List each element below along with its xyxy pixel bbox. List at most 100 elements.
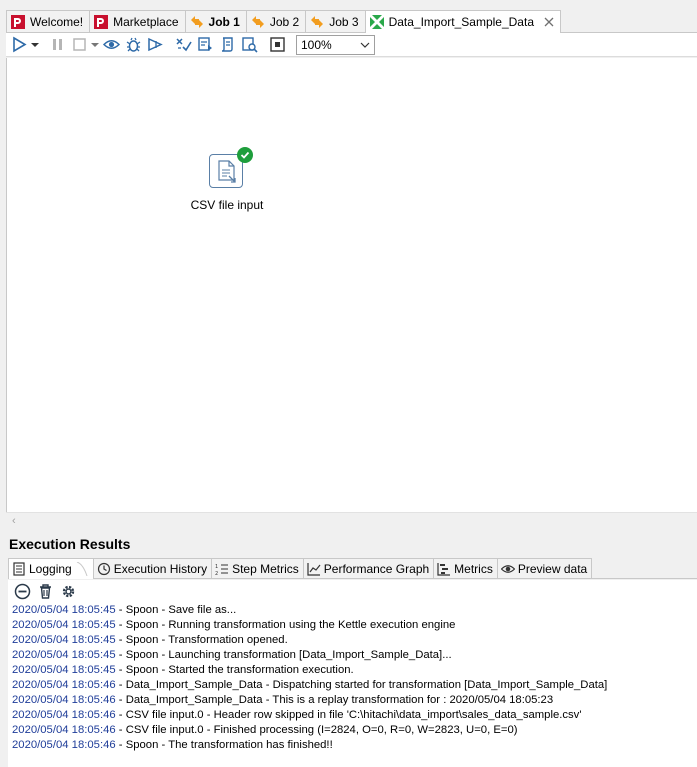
trash-icon[interactable] [37, 583, 54, 600]
log-timestamp: 2020/05/04 18:05:45 [12, 604, 116, 616]
log-settings-gear-icon[interactable] [60, 583, 77, 600]
tab-metrics[interactable]: Metrics [433, 558, 498, 578]
clear-log-icon[interactable] [14, 583, 31, 600]
preview-button[interactable] [100, 34, 122, 56]
stop-button[interactable] [68, 34, 90, 56]
tab-label: Performance Graph [323, 561, 430, 576]
log-line: 2020/05/04 18:05:46 - Spoon - The transf… [12, 738, 693, 753]
log-line: 2020/05/04 18:05:45 - Spoon - Launching … [12, 648, 693, 663]
transformation-toolbar: 100% [6, 33, 697, 57]
tab-job-1[interactable]: Job 1 [184, 10, 247, 32]
chevron-down-icon [31, 42, 39, 47]
log-message: - Spoon - The transformation has finishe… [115, 739, 333, 751]
preview-icon [500, 564, 515, 573]
log-line: 2020/05/04 18:05:45 - Spoon - Transforma… [12, 633, 693, 648]
log-line: 2020/05/04 18:05:46 - CSV file input.0 -… [12, 723, 693, 738]
log-message: - Data_Import_Sample_Data - This is a re… [115, 694, 554, 706]
replay-button[interactable] [144, 34, 166, 56]
transformation-canvas[interactable]: CSV file input [6, 58, 697, 512]
tab-execution-history[interactable]: Execution History [92, 558, 213, 578]
replay-icon [147, 37, 163, 52]
verify-button[interactable] [172, 34, 194, 56]
log-message: - CSV file input.0 - Finished processing… [115, 724, 518, 736]
tab-performance-graph[interactable]: Performance Graph [302, 558, 435, 578]
log-line: 2020/05/04 18:05:46 - Data_Import_Sample… [12, 693, 693, 708]
log-line: 2020/05/04 18:05:45 - Spoon - Save file … [12, 603, 693, 618]
tab-label: Metrics [454, 561, 493, 576]
get-sql-button[interactable] [216, 34, 238, 56]
log-line: 2020/05/04 18:05:45 - Spoon - Started th… [12, 663, 693, 678]
log-timestamp: 2020/05/04 18:05:45 [12, 649, 116, 661]
log-message: - Spoon - Launching transformation [Data… [115, 649, 452, 661]
log-timestamp: 2020/05/04 18:05:46 [12, 694, 116, 706]
log-timestamp: 2020/05/04 18:05:46 [12, 724, 116, 736]
pause-button[interactable] [46, 34, 68, 56]
tab-label: Logging [29, 562, 72, 576]
zoom-select[interactable]: 100% [296, 34, 375, 55]
run-button[interactable] [8, 34, 30, 56]
impact-button[interactable] [194, 34, 216, 56]
job-icon [251, 15, 264, 28]
chevron-down-icon [360, 42, 370, 48]
eye-icon [102, 40, 120, 49]
bug-icon [126, 37, 140, 52]
tab-marketplace[interactable]: Marketplace [89, 10, 186, 32]
results-pane-icon [269, 37, 285, 52]
tab-label: Data_Import_Sample_Data [388, 15, 534, 29]
run-options-dropdown[interactable] [30, 34, 40, 56]
transformation-icon [369, 15, 384, 29]
log-output[interactable]: 2020/05/04 18:05:45 - Spoon - Save file … [8, 602, 697, 767]
log-timestamp: 2020/05/04 18:05:46 [12, 679, 116, 691]
csv-file-icon [218, 160, 236, 183]
logging-icon [13, 562, 25, 576]
log-line: 2020/05/04 18:05:45 - Spoon - Running tr… [12, 618, 693, 633]
close-icon[interactable] [544, 17, 554, 27]
pentaho-logo-icon [94, 14, 109, 29]
svg-text:2: 2 [215, 571, 218, 576]
canvas-horizontal-scrollbar[interactable]: ‹ [6, 512, 697, 528]
chevron-down-icon [91, 42, 99, 47]
step-metrics-icon: 12 [215, 564, 229, 576]
step-label: CSV file input [190, 198, 264, 212]
svg-text:1: 1 [215, 564, 218, 570]
history-icon [97, 562, 110, 575]
impact-icon [197, 37, 212, 51]
debug-button[interactable] [122, 34, 144, 56]
log-message: - Spoon - Running transformation using t… [115, 619, 456, 631]
tab-preview-data[interactable]: Preview data [496, 558, 593, 578]
pentaho-logo-icon [11, 14, 25, 29]
explore-database-icon [241, 37, 258, 53]
tab-label: Preview data [517, 561, 588, 576]
results-tab-bar: Logging Execution History 12 Step Metric… [8, 558, 697, 579]
tab-logging[interactable]: Logging [8, 558, 94, 579]
stop-options-dropdown[interactable] [90, 34, 100, 56]
tab-step-metrics[interactable]: 12 Step Metrics [211, 558, 304, 578]
execution-results-title: Execution Results [9, 536, 131, 552]
tab-label: Execution History [113, 561, 208, 576]
tab-welcome[interactable]: Welcome! [6, 10, 91, 32]
stop-icon [72, 38, 86, 51]
job-icon [311, 15, 324, 28]
tab-label: Job 3 [329, 14, 359, 29]
logging-toolbar [8, 580, 697, 602]
explore-db-button[interactable] [238, 34, 260, 56]
scroll-left-icon[interactable]: ‹ [12, 515, 16, 527]
tab-data-import-sample-data[interactable]: Data_Import_Sample_Data [364, 10, 561, 33]
editor-tab-bar: Welcome! Marketplace Job 1 Job 2 Job 3 D… [6, 10, 697, 33]
tab-job-2[interactable]: Job 2 [245, 10, 307, 32]
zoom-value: 100% [301, 37, 332, 52]
tab-label: Step Metrics [232, 561, 299, 576]
log-timestamp: 2020/05/04 18:05:45 [12, 634, 116, 646]
tab-label: Job 1 [208, 14, 240, 29]
tab-job-3[interactable]: Job 3 [305, 10, 366, 32]
log-timestamp: 2020/05/04 18:05:45 [12, 619, 116, 631]
performance-graph-icon [307, 562, 321, 576]
log-message: - Spoon - Save file as... [115, 604, 237, 616]
log-timestamp: 2020/05/04 18:05:46 [12, 739, 116, 751]
success-check-icon [237, 147, 253, 163]
tab-label: Marketplace [113, 14, 179, 29]
verify-icon [175, 38, 192, 52]
show-results-button[interactable] [266, 34, 288, 56]
job-icon [190, 15, 203, 28]
log-message: - Spoon - Started the transformation exe… [115, 664, 354, 676]
